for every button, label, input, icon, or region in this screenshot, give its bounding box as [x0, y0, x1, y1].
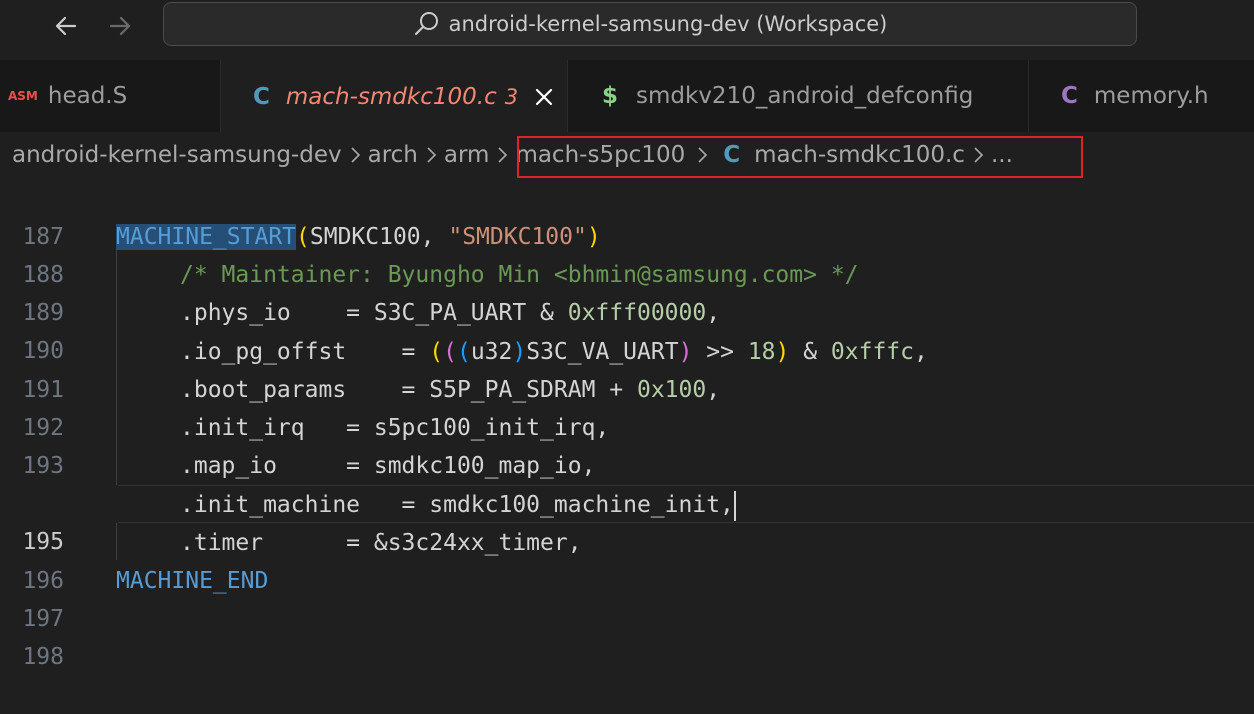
bracket: (: [456, 339, 471, 365]
tab-head-s[interactable]: ASM head.S: [0, 60, 221, 132]
number-literal: 0xfff00000: [567, 300, 707, 326]
editor-tab-bar: ASM head.S C mach-smdkc100.c 3 $ smdkv21…: [0, 60, 1254, 133]
forward-button[interactable]: [102, 8, 138, 44]
command-center-search[interactable]: android-kernel-samsung-dev (Workspace): [163, 2, 1137, 46]
code-line: 196 .timer = &s3c24xx_timer,: [0, 524, 1254, 594]
bracket: (: [443, 339, 457, 365]
code-line: 192 .boot_params = S5P_PA_SDRAM + 0x100,: [0, 371, 1254, 441]
arrow-right-icon: [109, 16, 131, 36]
code-line: 191 .io_pg_offst = (((u32)S3C_VA_UART) >…: [0, 333, 1254, 403]
tab-label: memory.h: [1093, 83, 1209, 109]
breadcrumb-file[interactable]: mach-smdkc100.c: [754, 142, 965, 168]
back-button[interactable]: [48, 8, 84, 44]
tab-mach-smdkc100[interactable]: C mach-smdkc100.c 3: [221, 60, 568, 133]
number-literal: 0xfffc: [830, 339, 915, 365]
line-number: 198: [22, 644, 64, 670]
code-text: SMDKC100,: [309, 224, 449, 250]
asm-file-icon: ASM: [8, 89, 38, 103]
bracket: ): [586, 224, 601, 250]
string-literal: "SMDKC100": [448, 224, 587, 250]
code-line: 187: [0, 180, 1254, 250]
code-line-current: 195 .init_machine = smdkc100_machine_ini…: [0, 485, 1254, 555]
tab-memory-h[interactable]: C memory.h: [1029, 60, 1254, 132]
code-text: S3C_VA_UART: [526, 339, 679, 365]
bracket: ): [775, 339, 790, 365]
close-icon[interactable]: [532, 85, 556, 109]
bracket: (: [429, 339, 444, 365]
code-text: >>: [692, 339, 748, 365]
search-icon: [414, 12, 438, 36]
code-text: ,: [914, 339, 928, 365]
code-text: .init_machine = smdkc100_machine_init,: [180, 492, 734, 518]
chevron-right-icon: [498, 147, 508, 163]
macro-token: MACHINE_END: [116, 568, 269, 594]
title-bar: android-kernel-samsung-dev (Workspace): [0, 0, 1254, 60]
tab-label: head.S: [47, 83, 128, 109]
code-text: u32: [470, 339, 513, 365]
code-editor[interactable]: 187 188 MACHINE_START(SMDKC100, "SMDKC10…: [0, 178, 1254, 670]
code-text: .init_irq = s5pc100_init_irq,: [180, 415, 610, 441]
breadcrumb-more[interactable]: ...: [991, 142, 1013, 168]
code-line: 188 MACHINE_START(SMDKC100, "SMDKC100"): [0, 218, 1254, 288]
bracket: ): [678, 339, 693, 365]
breadcrumb-arch[interactable]: arch: [368, 142, 418, 168]
chevron-right-icon: [427, 147, 437, 163]
number-literal: 18: [747, 339, 776, 365]
code-text: ,: [706, 300, 721, 326]
code-text: .map_io = smdkc100_map_io,: [180, 453, 596, 479]
c-file-icon: C: [723, 142, 741, 168]
code-line: 190 .phys_io = S3C_PA_UART & 0xfff00000,: [0, 294, 1254, 364]
code-text: &: [789, 339, 831, 365]
breadcrumb-workspace[interactable]: android-kernel-samsung-dev: [12, 142, 342, 168]
breadcrumb-mach-s5pc100[interactable]: mach-s5pc100: [515, 142, 685, 168]
shell-file-icon: $: [602, 83, 619, 109]
tab-defconfig[interactable]: $ smdkv210_android_defconfig: [568, 60, 1029, 132]
breadcrumb: android-kernel-samsung-dev arch arm mach…: [0, 132, 1254, 178]
c-file-icon: C: [253, 83, 270, 110]
chevron-right-icon: [351, 147, 360, 163]
c-header-file-icon: C: [1061, 83, 1078, 109]
number-literal: 0x100: [636, 377, 707, 403]
code-text: ,: [706, 377, 721, 403]
breadcrumb-arm[interactable]: arm: [444, 142, 490, 168]
bracket: ): [512, 339, 527, 365]
problems-count-badge: 3: [504, 84, 519, 109]
code-text: .timer = &s3c24xx_timer,: [180, 530, 582, 556]
code-line: 189 /* Maintainer: Byungho Min <bhmin@sa…: [0, 256, 1254, 326]
chevron-right-icon: [698, 147, 708, 163]
code-text: .boot_params = S5P_PA_SDRAM +: [180, 377, 637, 403]
arrow-left-icon: [55, 16, 77, 36]
code-line: 197 MACHINE_END: [0, 562, 1254, 632]
code-line: 198: [0, 600, 1254, 670]
comment: /* Maintainer: Byungho Min <bhmin@samsun…: [180, 262, 859, 288]
code-line: 194 .map_io = smdkc100_map_io,: [0, 447, 1254, 517]
code-line: 193 .init_irq = s5pc100_init_irq,: [0, 409, 1254, 479]
code-text: .phys_io = S3C_PA_UART &: [180, 300, 568, 326]
bracket: (: [296, 224, 310, 250]
chevron-right-icon: [974, 147, 984, 163]
code-text: .io_pg_offst =: [180, 339, 430, 365]
search-text: android-kernel-samsung-dev (Workspace): [448, 12, 888, 36]
tab-label: mach-smdkc100.c: [285, 83, 497, 110]
text-cursor: [733, 490, 736, 521]
tab-label: smdkv210_android_defconfig: [636, 83, 974, 109]
macro-token: MACHINE_START: [116, 224, 297, 250]
